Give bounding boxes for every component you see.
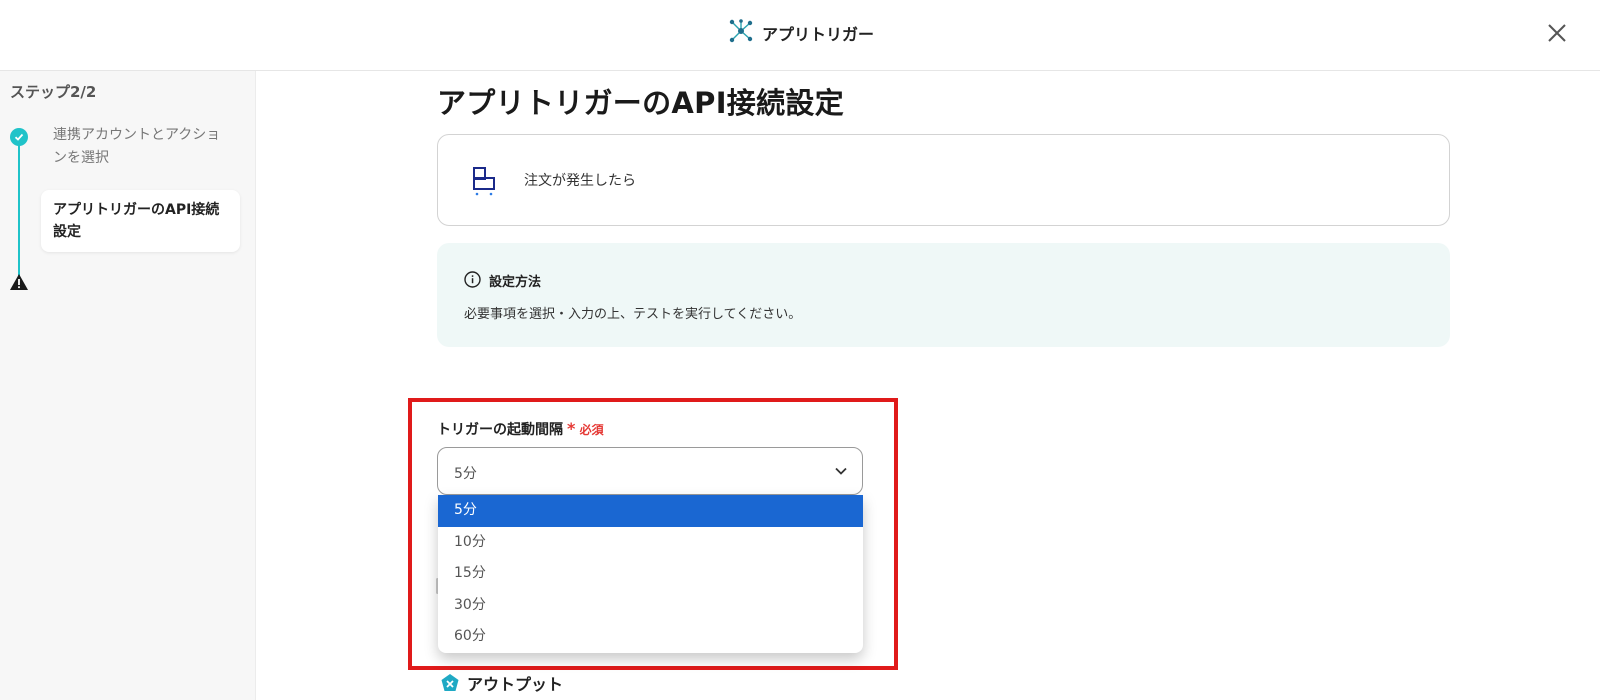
setup-instructions-box: 設定方法 必要事項を選択・入力の上、テストを実行してください。 (437, 243, 1450, 347)
dropdown-option[interactable]: 10分 (438, 527, 863, 559)
interval-select-value: 5分 (454, 466, 477, 482)
header-bar: アプリトリガー (0, 0, 1600, 71)
required-text: 必須 (579, 423, 604, 437)
required-indicator: * 必須 (567, 419, 604, 438)
close-icon[interactable] (1542, 18, 1572, 48)
trigger-summary-card: 注文が発生したら (437, 134, 1450, 226)
step-counter: ステップ2/2 (10, 83, 97, 101)
required-star: * (567, 419, 576, 438)
dropdown-option[interactable]: 15分 (438, 558, 863, 590)
info-title: 設定方法 (489, 275, 542, 290)
shopping-cart-icon (473, 167, 495, 196)
page-title: アプリトリガーのAPI接続設定 (437, 86, 844, 120)
check-circle-icon (10, 128, 28, 146)
close-button[interactable] (1542, 18, 1572, 48)
app-title: アプリトリガー (762, 25, 875, 44)
output-section-header: アウトプット (440, 671, 563, 695)
chevron-down-icon (835, 467, 847, 475)
step-connector-line (18, 137, 20, 279)
dropdown-option[interactable]: 30分 (438, 590, 863, 622)
info-circle-icon (464, 271, 481, 288)
interval-dropdown-menu: 5分 10分 15分 30分 60分 (438, 495, 863, 653)
interval-field-label: トリガーの起動間隔 * 必須 (437, 419, 604, 439)
header-title: アプリトリガー (728, 18, 874, 48)
network-nodes-icon (728, 18, 754, 48)
warning-triangle-icon (10, 274, 28, 290)
output-label: アウトプット (467, 675, 564, 694)
sidebar-step-account-action[interactable]: 連携アカウントとアクションを選択 (53, 124, 233, 170)
dropdown-option[interactable]: 5分 (438, 495, 863, 527)
interval-label-text: トリガーの起動間隔 (437, 422, 563, 438)
step-sidebar: ステップ2/2 連携アカウントとアクションを選択 アプリトリガーのAPI接続設定 (0, 71, 256, 700)
interval-select[interactable]: 5分 (437, 447, 863, 495)
sidebar-step-api-settings[interactable]: アプリトリガーのAPI接続設定 (41, 190, 240, 252)
dropdown-option[interactable]: 60分 (438, 621, 863, 653)
info-text: 必要事項を選択・入力の上、テストを実行してください。 (464, 307, 802, 322)
trigger-event-label: 注文が発生したら (524, 173, 636, 189)
output-x-icon (441, 674, 459, 691)
